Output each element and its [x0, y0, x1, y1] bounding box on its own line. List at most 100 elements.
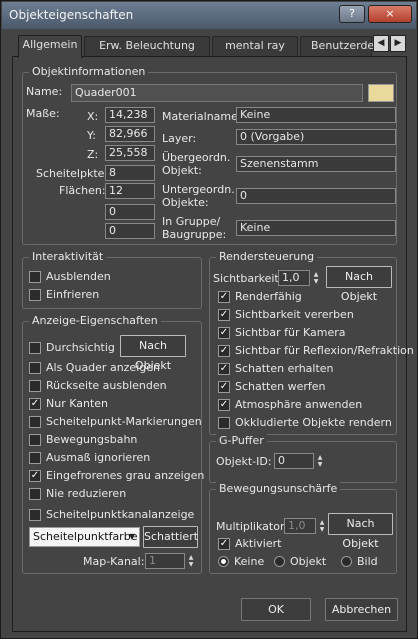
ignore-extents-label: Ausmaß ignorieren [46, 451, 151, 464]
interactivity-group: Interaktivität Ausblenden Einfrieren [22, 250, 202, 309]
cancel-button[interactable]: Abbrechen [325, 598, 398, 621]
see-through-label: Durchsichtig [46, 341, 115, 354]
group-field: Keine [236, 220, 396, 236]
ignore-extents-checkbox[interactable] [29, 452, 41, 464]
ok-button[interactable]: OK [241, 598, 311, 621]
renderable-checkbox[interactable]: ✓ [218, 291, 230, 303]
vertex-channel-display-checkbox[interactable] [29, 509, 41, 521]
vertex-ticks-checkbox[interactable] [29, 416, 41, 428]
object-id-label: Objekt-ID: [216, 455, 272, 468]
dims-label: Maße: [26, 107, 60, 120]
blur-image-radio[interactable] [341, 556, 352, 567]
blur-none-radio[interactable] [218, 556, 229, 567]
display-as-box-checkbox[interactable] [29, 362, 41, 374]
blur-none-label: Keine [234, 555, 265, 568]
see-through-checkbox[interactable] [29, 342, 41, 354]
never-degrade-checkbox[interactable] [29, 488, 41, 500]
render-occluded-checkbox[interactable] [218, 417, 230, 429]
motion-blur-legend: Bewegungsunschärfe [216, 482, 341, 495]
blur-object-label: Objekt [290, 555, 327, 568]
tab-scroll-right-icon[interactable]: ▶ [390, 35, 406, 52]
visible-to-camera-label: Sichtbar für Kamera [235, 326, 346, 339]
receive-shadows-checkbox[interactable]: ✓ [218, 363, 230, 375]
object-properties-window: Objekteigenschaften ? × Allgemein Erw. B… [0, 0, 418, 639]
trajectory-label: Bewegungsbahn [46, 433, 138, 446]
inherit-visibility-checkbox[interactable]: ✓ [218, 309, 230, 321]
display-legend: Anzeige-Eigenschaften [29, 314, 161, 327]
motion-blur-enabled-checkbox[interactable]: ✓ [218, 538, 230, 550]
hide-label: Ausblenden [46, 270, 111, 283]
extra-count-field-1: 0 [105, 204, 155, 220]
inherit-visibility-label: Sichtbarkeit vererben [235, 308, 354, 321]
object-id-spinner-icon[interactable]: ▲ ▼ [315, 454, 325, 468]
motion-blur-by-object-button[interactable]: Nach Objekt [328, 513, 393, 550]
material-field: Keine [236, 107, 396, 123]
render-control-group: Rendersteuerung Sichtbarkeit: 1,0 ▲ ▼ Nac… [209, 250, 414, 435]
shaded-button[interactable]: Schattiert [143, 526, 198, 548]
material-label: Materialname: [162, 110, 242, 123]
map-channel-label: Map-Kanal: [83, 555, 145, 568]
never-degrade-label: Nie reduzieren [46, 487, 127, 500]
object-info-group: Objektinformationen Name: Quader001 Maße… [22, 65, 397, 245]
trajectory-checkbox[interactable] [29, 434, 41, 446]
receive-shadows-label: Schatten erhalten [235, 362, 334, 375]
name-input[interactable]: Quader001 [71, 84, 363, 102]
render-legend: Rendersteuerung [216, 250, 318, 263]
render-by-object-button[interactable]: Nach Objekt [326, 266, 392, 303]
map-channel-field[interactable]: 1 [145, 553, 185, 569]
render-occluded-label: Okkludierte Objekte rendern [235, 416, 392, 429]
visibility-field[interactable]: 1,0 [278, 270, 310, 286]
visibility-spinner-icon[interactable]: ▲ ▼ [311, 271, 321, 285]
layer-field: 0 (Vorgabe) [236, 129, 396, 145]
multiplier-field[interactable]: 1,0 [284, 518, 316, 534]
object-info-legend: Objektinformationen [29, 65, 149, 78]
group-label-line2: Baugruppe: [162, 228, 227, 241]
apply-atmosphere-checkbox[interactable]: ✓ [218, 399, 230, 411]
name-label: Name: [26, 85, 63, 98]
faces-label: Flächen: [59, 184, 106, 197]
renderable-label: Renderfähig [235, 290, 302, 303]
blur-object-radio[interactable] [274, 556, 285, 567]
parent-label-line2: Objekt: [162, 164, 202, 177]
help-button[interactable]: ? [339, 5, 365, 23]
show-frozen-gray-checkbox[interactable]: ✓ [29, 470, 41, 482]
vertex-channel-select[interactable]: Scheitelpunktfarbe ▼ [29, 527, 140, 547]
freeze-label: Einfrieren [46, 288, 100, 301]
parent-field: Szenenstamm [236, 156, 396, 172]
chevron-down-icon: ▼ [128, 532, 135, 541]
object-color-swatch[interactable] [368, 84, 394, 102]
edges-only-label: Nur Kanten [46, 397, 109, 410]
backface-cull-checkbox[interactable] [29, 380, 41, 392]
title-bar: Objekteigenschaften ? × [2, 2, 416, 29]
children-label-line1: Untergeordn. [162, 183, 235, 196]
multiplier-spinner-icon[interactable]: ▲ ▼ [317, 519, 327, 533]
visible-to-reflection-checkbox[interactable]: ✓ [218, 345, 230, 357]
y-label: Y: [87, 129, 96, 142]
freeze-checkbox[interactable] [29, 289, 41, 301]
extra-count-field-2: 0 [105, 223, 155, 239]
cast-shadows-label: Schatten werfen [235, 380, 326, 393]
tab-scroll-left-icon[interactable]: ◀ [373, 35, 389, 52]
vertex-channel-select-value: Scheitelpunktfarbe [33, 530, 138, 543]
tab-mental-ray[interactable]: mental ray [212, 36, 298, 56]
display-by-object-button[interactable]: Nach Objekt [120, 335, 186, 372]
window-title: Objekteigenschaften [9, 8, 134, 22]
motion-blur-group: Bewegungsunschärfe Multiplikator: 1,0 ▲ ▼… [209, 482, 397, 574]
cast-shadows-checkbox[interactable]: ✓ [218, 381, 230, 393]
map-channel-spinner-icon[interactable]: ▲ ▼ [186, 554, 196, 568]
group-label-line1: In Gruppe/ [162, 215, 221, 228]
apply-atmosphere-label: Atmosphäre anwenden [235, 398, 363, 411]
z-dim-field: 25,558 [105, 145, 155, 161]
backface-cull-label: Rückseite ausblenden [46, 379, 167, 392]
tab-erw-beleuchtung[interactable]: Erw. Beleuchtung [84, 36, 210, 56]
visible-to-camera-checkbox[interactable]: ✓ [218, 327, 230, 339]
hide-checkbox[interactable] [29, 271, 41, 283]
display-properties-group: Anzeige-Eigenschaften Nach Objekt Durchs… [22, 314, 204, 574]
close-button[interactable]: × [368, 5, 412, 23]
blur-image-label: Bild [357, 555, 378, 568]
x-dim-field: 14,238 [105, 107, 155, 123]
tab-benutzerdefiniert[interactable]: Benutzerde [300, 36, 374, 56]
object-id-field[interactable]: 0 [274, 453, 314, 469]
edges-only-checkbox[interactable]: ✓ [29, 398, 41, 410]
tab-allgemein[interactable]: Allgemein [18, 35, 82, 58]
